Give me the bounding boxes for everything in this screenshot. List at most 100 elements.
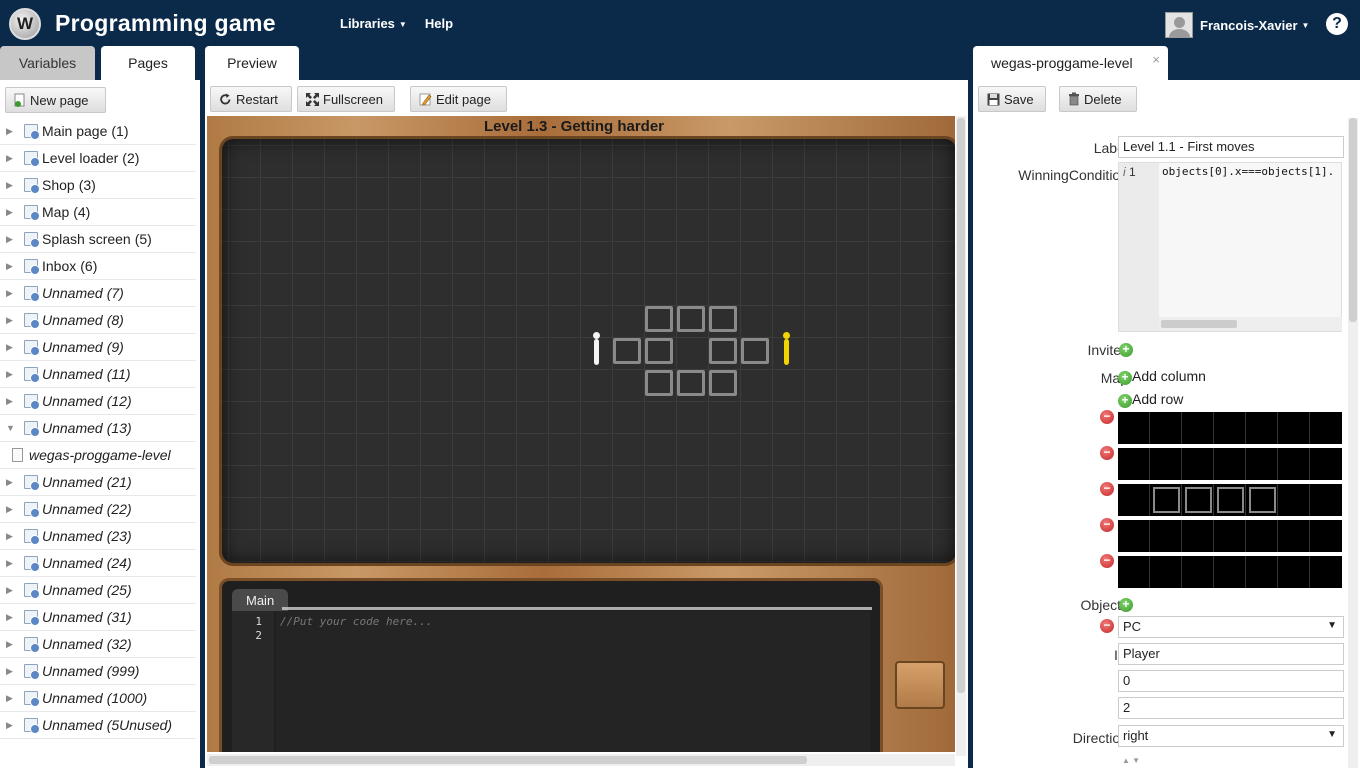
chevron-right-icon[interactable]: ▶: [6, 180, 18, 191]
map-cell[interactable]: [1214, 448, 1246, 480]
page-tree-item[interactable]: ▶ Unnamed (22): [0, 496, 196, 523]
remove-row-icon[interactable]: −: [1100, 554, 1114, 568]
page-tree-item[interactable]: ▶ Unnamed (24): [0, 550, 196, 577]
map-cell[interactable]: [1278, 484, 1310, 516]
chevron-right-icon[interactable]: ▶: [6, 720, 18, 731]
chevron-down-icon[interactable]: ▼: [6, 423, 18, 433]
winning-condition-editor[interactable]: i 1 objects[0].x===objects[1].: [1118, 162, 1342, 332]
map-cell[interactable]: [1150, 412, 1182, 444]
code-input[interactable]: //Put your code here...: [276, 611, 870, 752]
remove-row-icon[interactable]: −: [1100, 518, 1114, 532]
chevron-right-icon[interactable]: ▶: [6, 315, 18, 326]
map-cell[interactable]: [1118, 412, 1150, 444]
editor-vertical-scrollbar[interactable]: [1348, 118, 1358, 768]
map-cell[interactable]: [1118, 484, 1150, 516]
page-tree-item[interactable]: ▶ Shop (3): [0, 172, 196, 199]
page-tree-item[interactable]: ▶ Splash screen (5): [0, 226, 196, 253]
map-cell[interactable]: [1214, 520, 1246, 552]
chevron-right-icon[interactable]: ▶: [6, 693, 18, 704]
map-cell[interactable]: [1182, 448, 1214, 480]
add-row-button[interactable]: + Add row: [1118, 391, 1183, 408]
chevron-right-icon[interactable]: ▶: [6, 558, 18, 569]
page-tree-item[interactable]: ▶ Unnamed (21): [0, 469, 196, 496]
preview-vertical-scrollbar[interactable]: [956, 116, 966, 756]
save-button[interactable]: Save: [978, 86, 1046, 112]
remove-row-icon[interactable]: −: [1100, 446, 1114, 460]
map-cell[interactable]: [1182, 556, 1214, 588]
remove-row-icon[interactable]: −: [1100, 482, 1114, 496]
page-tree-item[interactable]: ▶ Unnamed (1000): [0, 685, 196, 712]
chevron-right-icon[interactable]: ▶: [6, 477, 18, 488]
map-cell[interactable]: [1182, 520, 1214, 552]
chevron-right-icon[interactable]: ▶: [6, 261, 18, 272]
page-tree-item[interactable]: ▶ Unnamed (9): [0, 334, 196, 361]
chevron-right-icon[interactable]: ▶: [6, 207, 18, 218]
scroll-thumb[interactable]: [957, 118, 965, 693]
map-cell[interactable]: [1150, 520, 1182, 552]
edit-page-button[interactable]: Edit page: [410, 86, 507, 112]
x-input[interactable]: 0: [1118, 670, 1344, 692]
map-cell[interactable]: [1246, 448, 1278, 480]
scroll-thumb[interactable]: [1349, 118, 1357, 322]
chevron-right-icon[interactable]: ▶: [6, 666, 18, 677]
page-tree-item[interactable]: ▶ Level loader (2): [0, 145, 196, 172]
fullscreen-button[interactable]: Fullscreen: [297, 86, 395, 112]
new-page-button[interactable]: New page: [5, 87, 106, 113]
map-cell[interactable]: [1278, 412, 1310, 444]
page-tree-item[interactable]: ▶ Inbox (6): [0, 253, 196, 280]
page-tree-item[interactable]: ▼ Unnamed (13): [0, 415, 196, 442]
tab-variables[interactable]: Variables: [0, 46, 95, 80]
tab-pages[interactable]: Pages: [101, 46, 195, 80]
scroll-thumb[interactable]: [1161, 320, 1237, 328]
libraries-menu[interactable]: Libraries ▼: [340, 16, 407, 31]
page-tree-item[interactable]: ▶ Unnamed (11): [0, 361, 196, 388]
help-menu[interactable]: Help: [425, 16, 453, 31]
chevron-right-icon[interactable]: ▶: [6, 396, 18, 407]
page-tree-item[interactable]: ▶ Unnamed (31): [0, 604, 196, 631]
map-cell[interactable]: [1118, 448, 1150, 480]
chevron-right-icon[interactable]: ▶: [6, 342, 18, 353]
page-tree-child[interactable]: wegas-proggame-level: [0, 442, 196, 469]
map-cell[interactable]: [1214, 556, 1246, 588]
page-tree-item[interactable]: ▶ Unnamed (999): [0, 658, 196, 685]
user-menu[interactable]: Francois-Xavier ▼: [1165, 12, 1309, 38]
chevron-right-icon[interactable]: ▶: [6, 234, 18, 245]
add-column-button[interactable]: + Add column: [1118, 368, 1206, 385]
map-cell[interactable]: [1246, 412, 1278, 444]
restart-button[interactable]: Restart: [210, 86, 292, 112]
page-tree-item[interactable]: ▶ Map (4): [0, 199, 196, 226]
map-cell[interactable]: [1118, 520, 1150, 552]
page-tree-item[interactable]: ▶ Unnamed (25): [0, 577, 196, 604]
page-tree-item[interactable]: ▶ Main page (1): [0, 118, 196, 145]
tab-preview[interactable]: Preview: [205, 46, 299, 80]
chevron-right-icon[interactable]: ▶: [6, 504, 18, 515]
page-tree-item[interactable]: ▶ Unnamed (7): [0, 280, 196, 307]
scroll-thumb[interactable]: [209, 756, 807, 764]
direction-select[interactable]: right ▼: [1118, 725, 1344, 747]
map-cell[interactable]: [1150, 556, 1182, 588]
chevron-right-icon[interactable]: ▶: [6, 639, 18, 650]
page-tree-item[interactable]: ▶ Unnamed (12): [0, 388, 196, 415]
map-cell[interactable]: [1214, 412, 1246, 444]
help-icon[interactable]: ?: [1326, 13, 1348, 35]
map-cell[interactable]: [1278, 556, 1310, 588]
y-input[interactable]: 2: [1118, 697, 1344, 719]
remove-row-icon[interactable]: −: [1100, 410, 1114, 424]
wegas-logo[interactable]: W: [9, 8, 41, 40]
tab-main[interactable]: Main: [232, 589, 289, 611]
map-cell[interactable]: [1278, 520, 1310, 552]
chevron-right-icon[interactable]: ▶: [6, 612, 18, 623]
reorder-arrows-icon[interactable]: ▲ ▼: [1122, 756, 1140, 765]
map-cell[interactable]: [1118, 556, 1150, 588]
page-tree-item[interactable]: ▶ Unnamed (5Unused): [0, 712, 196, 739]
chevron-right-icon[interactable]: ▶: [6, 369, 18, 380]
add-object-icon[interactable]: +: [1119, 598, 1133, 612]
close-icon[interactable]: ×: [1152, 52, 1160, 67]
label-input[interactable]: Level 1.1 - First moves: [1118, 136, 1344, 158]
map-cell[interactable]: [1150, 448, 1182, 480]
preview-horizontal-scrollbar[interactable]: [207, 754, 955, 766]
delete-button[interactable]: Delete: [1059, 86, 1137, 112]
page-tree-item[interactable]: ▶ Unnamed (23): [0, 523, 196, 550]
page-tree-item[interactable]: ▶ Unnamed (32): [0, 631, 196, 658]
chevron-right-icon[interactable]: ▶: [6, 288, 18, 299]
